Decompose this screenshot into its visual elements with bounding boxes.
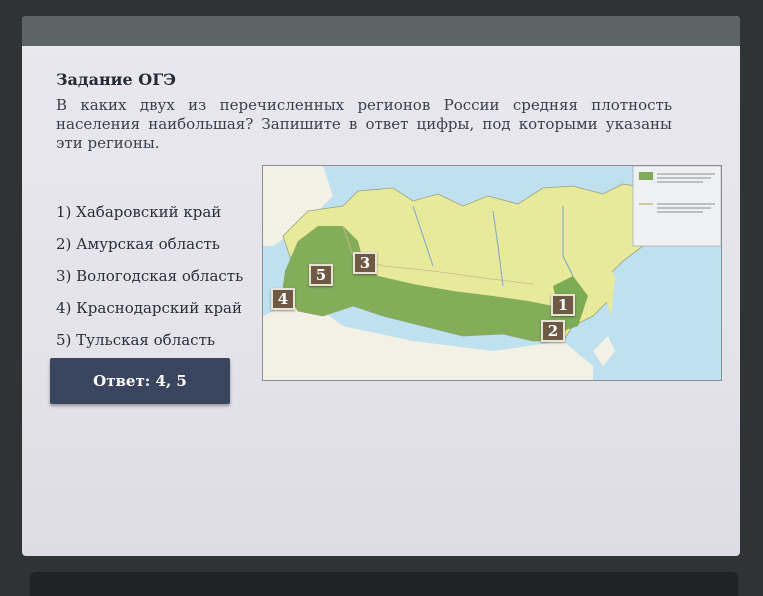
task-title: Задание ОГЭ (56, 70, 176, 89)
option-2: 2) Амурская область (56, 235, 220, 253)
option-3: 3) Вологодская область (56, 267, 244, 285)
map-marker-2: 2 (541, 320, 565, 342)
map-marker-1: 1 (551, 294, 575, 316)
top-bar (22, 16, 740, 46)
bottom-bar (30, 572, 738, 596)
option-1: 1) Хабаровский край (56, 203, 222, 221)
options-list: 1) Хабаровский край 2) Амурская область … (56, 200, 243, 360)
option-5: 5) Тульская область (56, 331, 216, 349)
option-4: 4) Краснодарский край (56, 299, 242, 317)
answer-box: Ответ: 4, 5 (50, 358, 230, 404)
map-marker-3: 3 (353, 252, 377, 274)
map-marker-5: 5 (309, 264, 333, 286)
map-marker-4: 4 (271, 288, 295, 310)
question-text: В каких двух из перечисленных регионов Р… (56, 96, 672, 152)
russia-map: 5 3 4 1 2 (262, 165, 722, 381)
